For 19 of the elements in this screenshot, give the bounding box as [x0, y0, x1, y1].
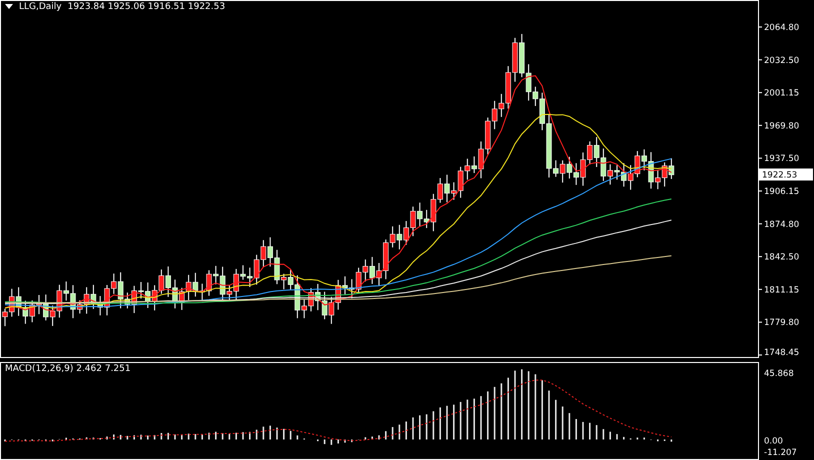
macd-label: MACD(12,26,9) 2.462 7.251	[5, 364, 131, 374]
symbol-label: LLG,Daily	[19, 2, 62, 12]
price-tick-label: 2064.80	[764, 23, 800, 33]
macd-tick-label: 45.868	[764, 369, 794, 379]
price-tick-label: 1937.50	[764, 154, 800, 164]
ohlc-values: 1923.84 1925.06 1916.51 1922.53	[68, 2, 226, 12]
dropdown-triangle-icon[interactable]	[5, 4, 13, 10]
macd-tick-label: -11.207	[764, 448, 797, 458]
price-tick-label: 1874.80	[764, 220, 800, 230]
current-price-label: 1922.53	[759, 168, 813, 180]
price-tick-label: 2001.15	[764, 88, 800, 99]
price-tick-label: 1906.15	[764, 187, 800, 197]
price-tick-label: 2032.50	[764, 56, 800, 66]
price-tick-label: 1811.15	[764, 285, 800, 296]
macd-tick-label: 0.00	[764, 436, 783, 446]
price-tick-label: 1748.45	[764, 348, 800, 358]
price-tick-label: 1842.50	[764, 252, 800, 263]
price-tick-label: 1969.80	[764, 121, 800, 132]
price-tick-label: 1779.80	[764, 318, 800, 328]
